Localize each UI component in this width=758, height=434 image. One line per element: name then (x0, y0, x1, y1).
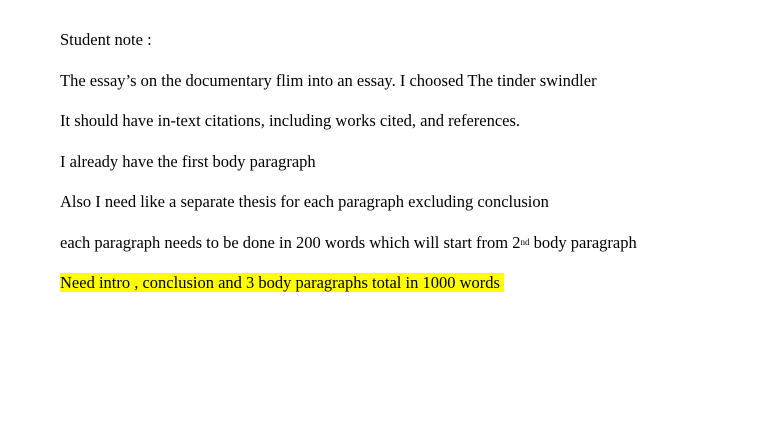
note-line-word-count: each paragraph needs to be done in 200 w… (60, 233, 750, 274)
note-line-essay-topic: The essay’s on the documentary flim into… (60, 70, 597, 90)
note-line-requirements: Need intro , conclusion and 3 body parag… (60, 273, 750, 314)
word-count-text: each paragraph needs to be done in 200 w… (60, 232, 521, 252)
document-page: Student note : The essay’s on the docume… (60, 30, 750, 314)
ordinal-superscript: nd (520, 236, 530, 247)
highlighted-requirements: Need intro , conclusion and 3 body parag… (60, 273, 504, 292)
note-heading: Student note : (60, 30, 152, 49)
word-count-text-end: body paragraph (529, 232, 637, 252)
note-line-citations: It should have in-text citations, includ… (60, 111, 521, 130)
note-line-thesis: Also I need like a separate thesis for e… (60, 192, 549, 211)
note-line-first-paragraph: I already have the first body paragraph (60, 151, 316, 171)
